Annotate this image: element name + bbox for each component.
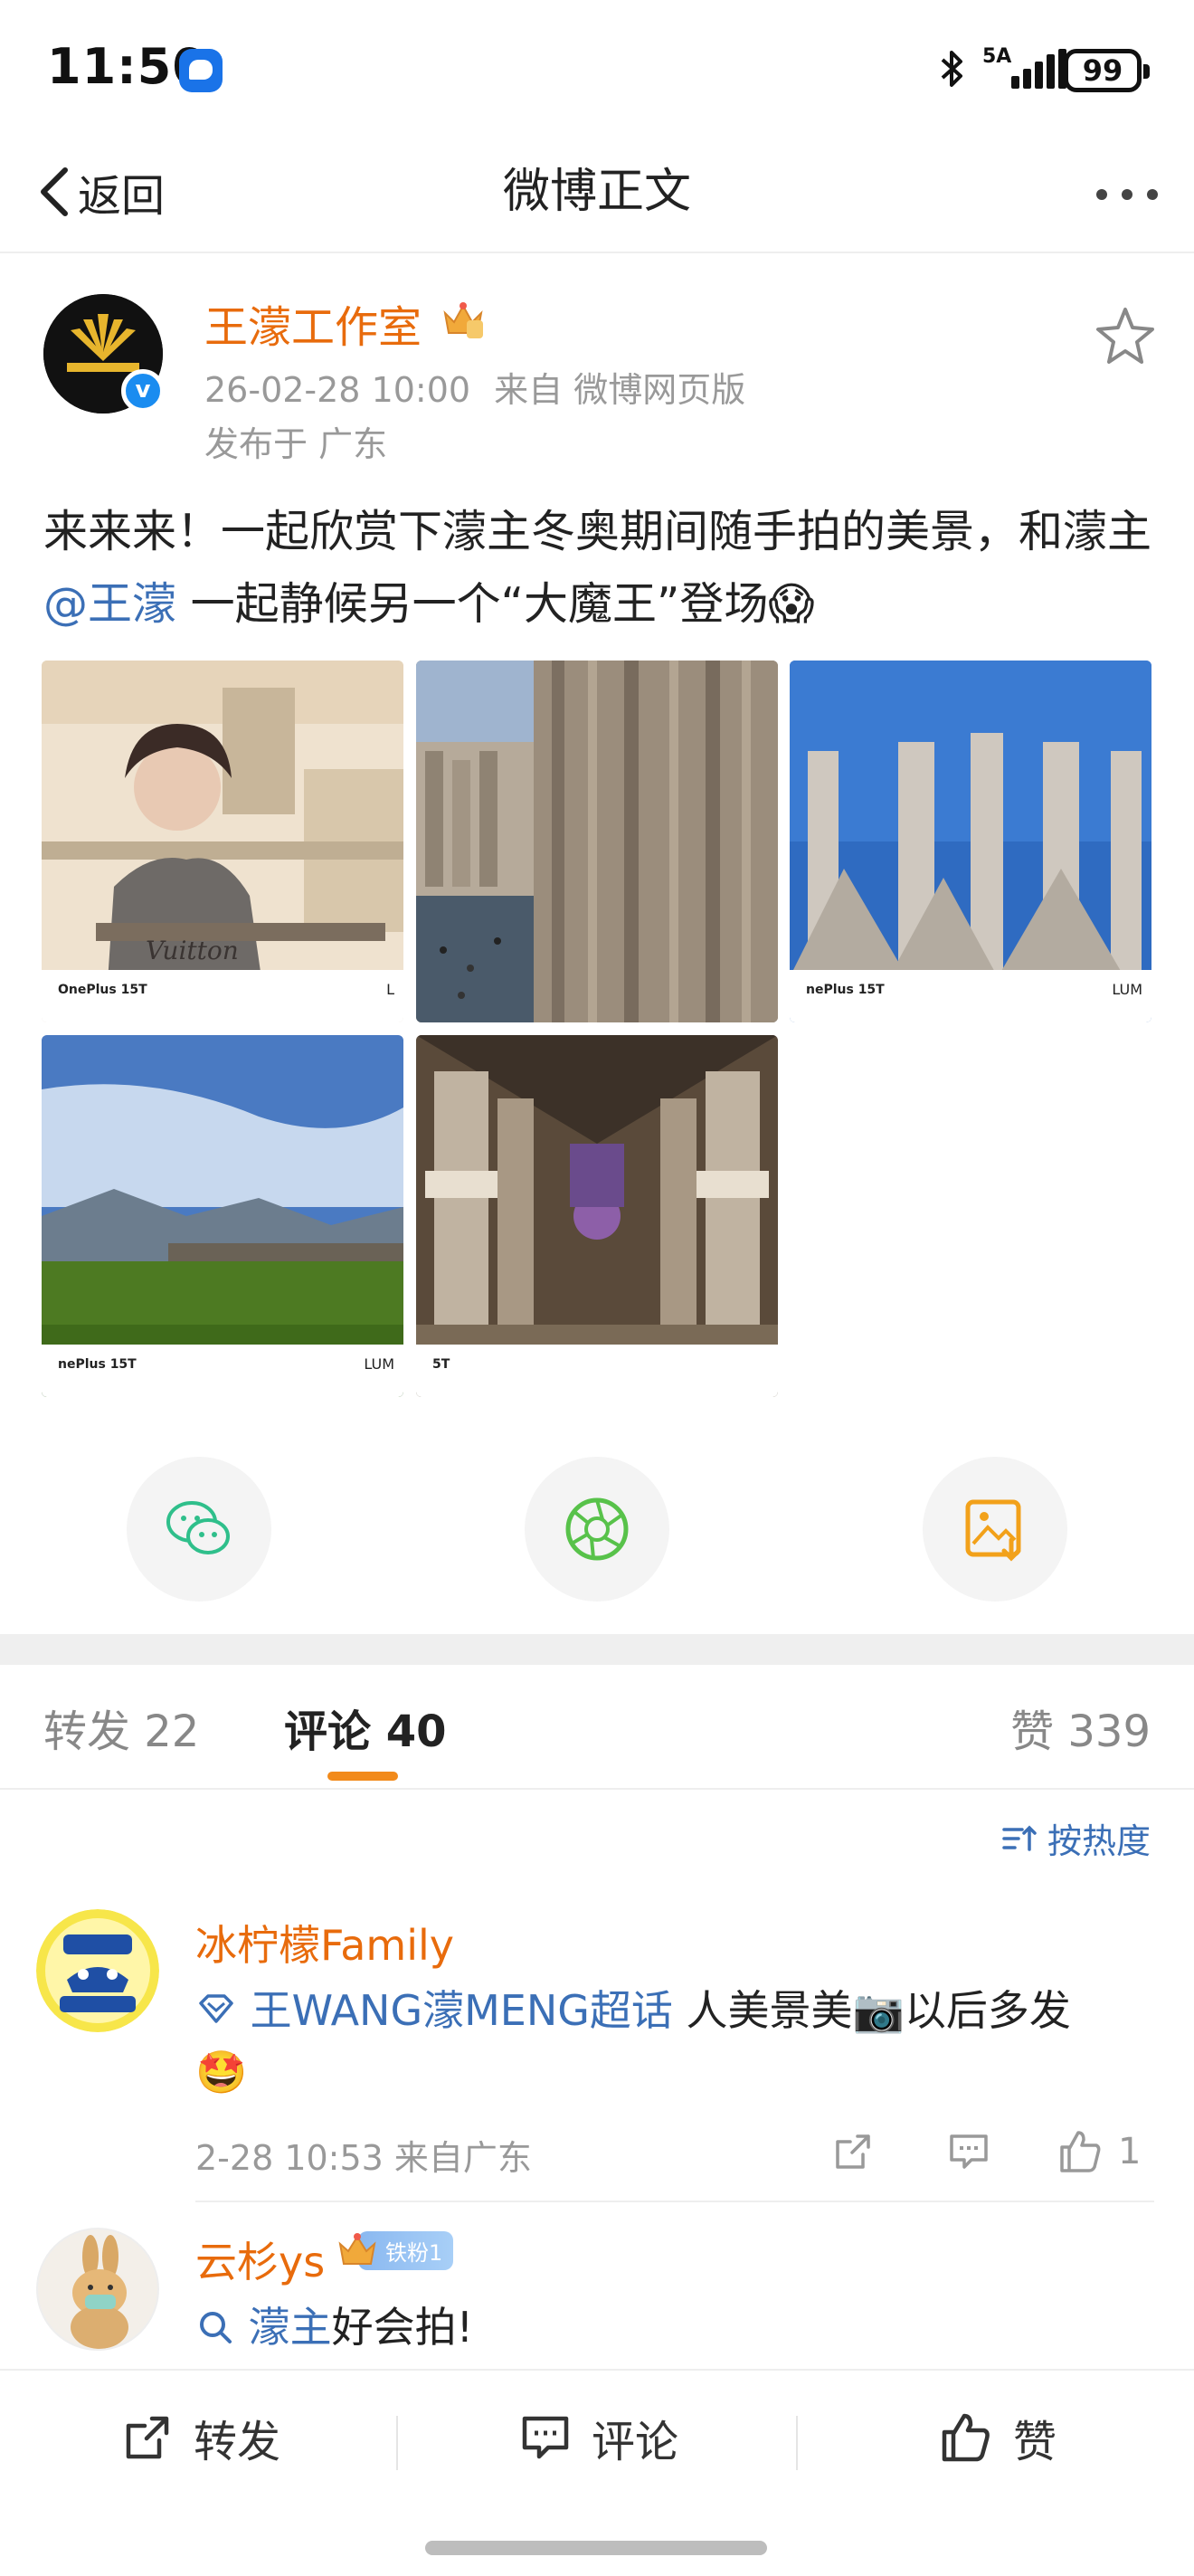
- comment-1-reply-button[interactable]: [946, 2124, 991, 2179]
- photo-4-brand: nePlus 15T: [58, 1357, 137, 1372]
- photo-4-watermark: nePlus 15T LUM: [42, 1345, 403, 1397]
- sort-icon: [1002, 1825, 1037, 1851]
- photo-1-watermark: OnePlus 15T L: [42, 970, 403, 1022]
- repost-button[interactable]: 转发: [121, 2401, 280, 2474]
- post-photo-5[interactable]: 5T: [416, 1035, 778, 1397]
- wechat-icon: [166, 1501, 230, 1554]
- comment-label: 评论: [592, 2417, 679, 2467]
- comment-1-author[interactable]: 冰柠檬Family: [195, 1913, 454, 1972]
- photo-3-watermark: nePlus 15T LUM: [790, 970, 1151, 1022]
- post-photo-1[interactable]: Vuitton OnePlus 15T L: [42, 661, 403, 1022]
- fan-level-badge: 铁粉1: [336, 2229, 454, 2271]
- super-topic-icon: [199, 1994, 233, 2023]
- tab-like[interactable]: 赞 339: [1010, 1696, 1151, 1759]
- comment-2-avatar[interactable]: [36, 2228, 159, 2351]
- comment-1-avatar[interactable]: [36, 1909, 159, 2032]
- author-name[interactable]: 王濛工作室: [204, 291, 422, 355]
- search-icon: [200, 2312, 232, 2343]
- bottom-separator: [396, 2416, 398, 2470]
- active-tab-indicator: [327, 1772, 398, 1781]
- sort-label: 按热度: [1047, 1821, 1151, 1861]
- comment-1-emoji: 🤩: [195, 2048, 248, 2096]
- post-photo-4[interactable]: nePlus 15T LUM: [42, 1035, 403, 1397]
- comment-1-topic-link[interactable]: 王WANG濛MENG超话: [251, 1986, 673, 2035]
- crown-badge-icon: [338, 2233, 376, 2265]
- comment-icon: [522, 2416, 569, 2459]
- chevron-left-icon: [41, 167, 68, 216]
- home-indicator[interactable]: [425, 2541, 767, 2555]
- photo-1-brand-right: L: [386, 981, 394, 998]
- share-moments-button[interactable]: [525, 1457, 669, 1602]
- share-icon: [836, 2134, 870, 2169]
- tab-comment[interactable]: 评论 40: [284, 1696, 447, 1759]
- save-image-button[interactable]: [923, 1457, 1067, 1602]
- photo-1-brand: OnePlus 15T: [58, 983, 147, 997]
- comment-1-like-button[interactable]: 1: [1057, 2124, 1141, 2179]
- comment-2-text: 濛主好会拍!: [195, 2296, 1163, 2358]
- post-text-before: 来来来！一起欣赏下濛主冬奥期间随手拍的美景，和濛主: [43, 506, 1152, 557]
- comment-1-share-button[interactable]: [830, 2124, 876, 2179]
- comment-1-text: 王WANG濛MENG超话 人美景美📷以后多发 🤩: [195, 1980, 1163, 2103]
- post-text-after: 一起静候另一个“大魔王”登场😱: [176, 578, 815, 630]
- photo-5-watermark: 5T: [416, 1345, 778, 1397]
- back-label: 返回: [78, 171, 166, 222]
- image-download-icon: [965, 1499, 1021, 1562]
- comment-1-meta: 2-28 10:53 来自广东: [195, 2138, 532, 2178]
- back-button[interactable]: 返回: [36, 156, 165, 228]
- photo-4-brand-right: LUM: [364, 1355, 394, 1373]
- page-title: 微博正文: [502, 165, 691, 219]
- comment-2-topic-link[interactable]: 濛主: [249, 2303, 332, 2352]
- mention-link[interactable]: @王濛: [43, 578, 176, 630]
- share-wechat-button[interactable]: [127, 1457, 271, 1602]
- tabs-divider: [0, 1788, 1194, 1790]
- tab-repost[interactable]: 转发 22: [43, 1696, 199, 1759]
- repost-label: 转发: [194, 2417, 281, 2467]
- post-source: 来自 微博网页版: [494, 370, 746, 410]
- comment-2-author[interactable]: 云杉ys: [195, 2229, 325, 2289]
- crown-badge-icon: [443, 302, 483, 338]
- comment-button[interactable]: 评论: [519, 2401, 678, 2474]
- message-notification-icon: [179, 49, 223, 92]
- bottom-separator: [796, 2416, 798, 2470]
- post-body-text: 来来来！一起欣赏下濛主冬奥期间随手拍的美景，和濛主 @王濛 一起静候另一个“大魔王…: [43, 496, 1156, 641]
- post-timestamp: 26-02-28 10:00: [204, 370, 471, 410]
- sort-by-hot-button[interactable]: 按热度: [1000, 1813, 1151, 1863]
- post-photo-3[interactable]: nePlus 15T LUM: [790, 661, 1151, 1022]
- photo-5-brand: 5T: [432, 1357, 450, 1372]
- signal-bars-icon: [1011, 49, 1069, 89]
- battery-indicator: 99: [1064, 49, 1150, 92]
- comment-separator: [195, 2201, 1154, 2202]
- bottom-action-bar: 转发 评论 赞: [0, 2369, 1194, 2515]
- post-location: 发布于 广东: [204, 424, 388, 464]
- comment-2-body: 好会拍!: [331, 2303, 474, 2352]
- like-button[interactable]: 赞: [939, 2401, 1057, 2474]
- thumbs-up-icon: [942, 2413, 990, 2462]
- comment-icon: [950, 2134, 988, 2169]
- bluetooth-icon: [937, 47, 968, 100]
- camera-shutter-icon: [565, 1497, 629, 1561]
- post-timestamp-source: 26-02-28 10:00 来自 微博网页版: [204, 362, 745, 412]
- favorite-star-icon[interactable]: [1091, 302, 1160, 371]
- comment-1-like-count: 1: [1118, 2131, 1142, 2172]
- post-photo-2[interactable]: [416, 661, 778, 1022]
- like-label: 赞: [1013, 2417, 1057, 2467]
- share-icon: [126, 2416, 169, 2459]
- status-bar: 11:50 5A 99: [0, 0, 1194, 136]
- more-options-button[interactable]: [1096, 163, 1158, 226]
- verified-badge-icon: v: [121, 369, 165, 413]
- section-divider: [0, 1634, 1194, 1665]
- comment-1-body: 人美景美📷以后多发: [672, 1986, 1071, 2035]
- thumbs-up-icon: [1060, 2131, 1101, 2172]
- network-type-label: 5A: [982, 45, 1012, 68]
- photo-3-brand-right: LUM: [1112, 981, 1142, 998]
- top-nav-bar: 返回 微博正文: [0, 136, 1194, 253]
- svg-text:Vuitton: Vuitton: [146, 936, 239, 965]
- photo-3-brand: nePlus 15T: [806, 983, 885, 997]
